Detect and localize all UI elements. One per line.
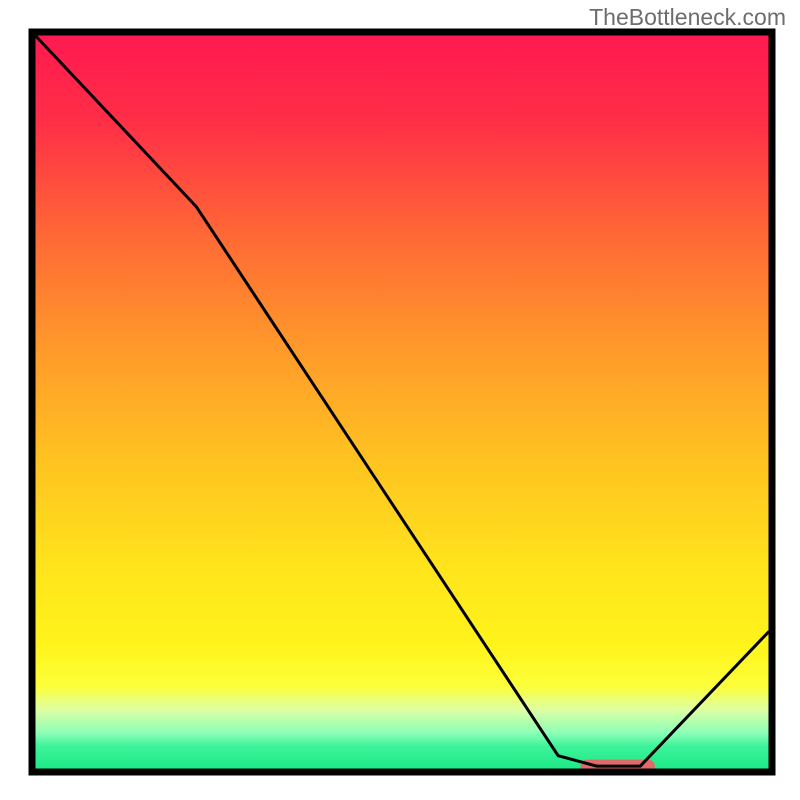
- plot-background: [32, 32, 772, 772]
- bottleneck-chart: [0, 0, 800, 800]
